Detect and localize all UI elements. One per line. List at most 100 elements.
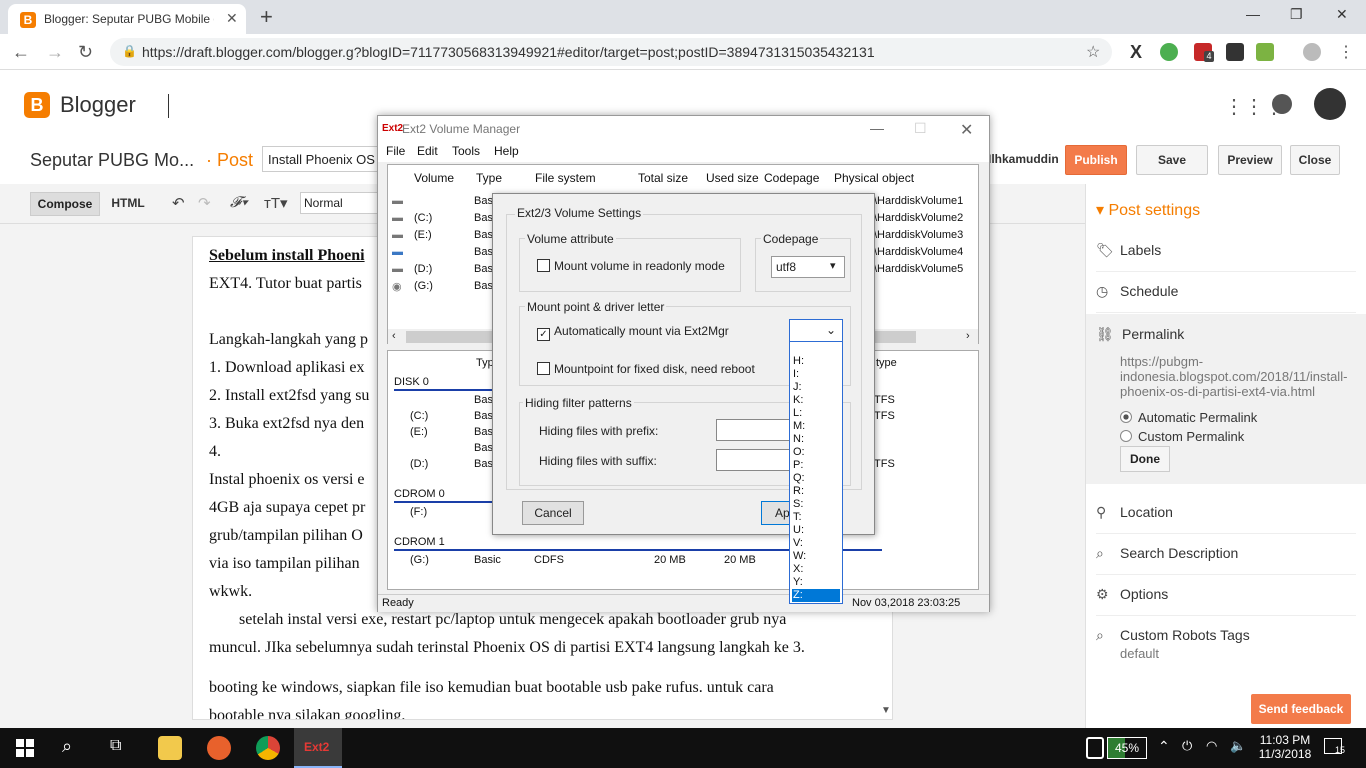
list-item-selected[interactable]: Z:: [792, 589, 840, 602]
file-explorer-icon[interactable]: [158, 736, 182, 760]
scroll-left-icon[interactable]: ‹: [392, 330, 396, 342]
list-item[interactable]: N:: [792, 433, 840, 446]
html-tab[interactable]: HTML: [102, 192, 154, 216]
format-select[interactable]: Normal: [300, 192, 380, 214]
list-item[interactable]: J:: [792, 381, 840, 394]
post-settings-header[interactable]: ▾ Post settings: [1096, 200, 1200, 220]
list-item[interactable]: V:: [792, 537, 840, 550]
drive-letter-select[interactable]: ⌄: [790, 320, 842, 342]
automatic-permalink-radio[interactable]: Automatic Permalink: [1120, 410, 1257, 425]
notifications-icon[interactable]: [1272, 94, 1292, 114]
list-item[interactable]: H:: [792, 355, 840, 368]
codepage-select[interactable]: utf8 ▾: [771, 256, 845, 278]
column-type[interactable]: Type: [476, 171, 502, 185]
firefox-icon[interactable]: [207, 736, 231, 760]
list-item[interactable]: L:: [792, 407, 840, 420]
save-button[interactable]: Save: [1136, 145, 1208, 175]
maximize-icon[interactable]: ☐: [914, 120, 927, 137]
address-bar[interactable]: 🔒 https://draft.blogger.com/blogger.g?bl…: [110, 38, 1112, 66]
done-button[interactable]: Done: [1120, 446, 1170, 472]
menu-file[interactable]: File: [386, 144, 405, 158]
mask-extension-icon[interactable]: [1226, 43, 1244, 61]
scroll-down-icon[interactable]: ▼: [881, 705, 891, 716]
sidebar-item-search-description[interactable]: ⌕ Search Description: [1096, 535, 1356, 575]
column-physical-object[interactable]: Physical object: [834, 171, 914, 185]
restore-icon[interactable]: ❐: [1290, 6, 1303, 23]
shield-extension-icon[interactable]: 4: [1194, 43, 1214, 62]
x-extension-icon[interactable]: X: [1130, 42, 1142, 63]
search-icon[interactable]: ⌕: [62, 736, 72, 757]
compose-tab[interactable]: Compose: [30, 192, 100, 216]
list-item[interactable]: W:: [792, 550, 840, 563]
new-tab-icon[interactable]: +: [260, 4, 273, 30]
publish-button[interactable]: Publish: [1065, 145, 1127, 175]
post-title-input[interactable]: Install Phoenix OS: [262, 146, 382, 172]
column-total-size[interactable]: Total size: [638, 171, 688, 185]
windows-start-icon[interactable]: [16, 739, 34, 757]
list-item[interactable]: P:: [792, 459, 840, 472]
readonly-checkbox[interactable]: Mount volume in readonly mode: [537, 259, 725, 273]
redo-icon[interactable]: ↷: [198, 194, 211, 212]
browser-tab[interactable]: B Blogger: Seputar PUBG Mobile d... ✕: [8, 4, 246, 34]
wifi-icon[interactable]: ◠: [1206, 738, 1217, 754]
blog-title[interactable]: Seputar PUBG Mo...: [30, 150, 194, 171]
ext2-title-bar[interactable]: Ext2 Ext2 Volume Manager — ☐ ✕: [378, 116, 989, 142]
reload-icon[interactable]: ↻: [78, 42, 93, 63]
column-volume[interactable]: Volume: [414, 171, 454, 185]
menu-help[interactable]: Help: [494, 144, 519, 158]
column-file-system[interactable]: File system: [535, 171, 596, 185]
undo-icon[interactable]: ↶: [172, 194, 185, 212]
sidebar-item-labels[interactable]: 🏷 Labels: [1096, 232, 1356, 272]
list-item[interactable]: T:: [792, 511, 840, 524]
font-size-icon[interactable]: тT▾: [264, 194, 288, 212]
column-used-size[interactable]: Used size: [706, 171, 759, 185]
send-feedback-button[interactable]: Send feedback: [1251, 694, 1351, 724]
drive-letter-dropdown[interactable]: ⌄ H: I: J: K: L: M: N: O: P: Q: R: S: T:…: [789, 319, 843, 604]
cdrom0-label[interactable]: CDROM 0: [394, 488, 445, 500]
list-item[interactable]: X:: [792, 563, 840, 576]
cdrom1-label[interactable]: CDROM 1: [394, 536, 445, 548]
list-item[interactable]: S:: [792, 498, 840, 511]
disk0-label[interactable]: DISK 0: [394, 376, 429, 388]
close-button[interactable]: Close: [1290, 145, 1340, 175]
list-item[interactable]: U:: [792, 524, 840, 537]
taskbar-ext2-button[interactable]: Ext2: [294, 728, 342, 768]
scroll-right-icon[interactable]: ›: [966, 330, 970, 342]
volume-icon[interactable]: 🔈: [1230, 738, 1246, 754]
avatar[interactable]: [1314, 88, 1346, 120]
globe-extension-icon[interactable]: [1160, 43, 1178, 61]
notification-center-icon[interactable]: 15: [1324, 738, 1345, 755]
list-item[interactable]: Q:: [792, 472, 840, 485]
list-item[interactable]: M:: [792, 420, 840, 433]
forward-icon[interactable]: →: [46, 42, 64, 63]
custom-permalink-radio[interactable]: Custom Permalink: [1120, 429, 1244, 444]
preview-button[interactable]: Preview: [1218, 145, 1282, 175]
close-window-icon[interactable]: ✕: [960, 120, 973, 140]
chrome-icon[interactable]: [256, 736, 280, 760]
sidebar-item-schedule[interactable]: ◷ Schedule: [1096, 273, 1356, 313]
auto-mount-checkbox[interactable]: ✓ Automatically mount via Ext2Mgr: [537, 324, 729, 341]
close-tab-icon[interactable]: ✕: [226, 10, 238, 27]
minimize-icon[interactable]: —: [870, 120, 884, 136]
cdrom0-volume[interactable]: (F:): [410, 506, 427, 518]
screenshot-extension-icon[interactable]: [1256, 43, 1274, 61]
sidebar-item-location[interactable]: ⚲ Location: [1096, 494, 1356, 534]
table-row[interactable]: (G:) Basic CDFS 20 MB 20 MB: [388, 554, 978, 570]
close-window-icon[interactable]: ✕: [1336, 6, 1348, 23]
power-icon[interactable]: ⏻: [1182, 738, 1192, 754]
list-item[interactable]: R:: [792, 485, 840, 498]
list-item[interactable]: O:: [792, 446, 840, 459]
permalink-label[interactable]: Permalink: [1122, 326, 1184, 342]
menu-edit[interactable]: Edit: [417, 144, 438, 158]
chevron-up-icon[interactable]: ⌃: [1158, 738, 1170, 755]
column-codepage[interactable]: Codepage: [764, 171, 819, 185]
list-item[interactable]: Y:: [792, 576, 840, 589]
cancel-button[interactable]: Cancel: [522, 501, 584, 525]
menu-kebab-icon[interactable]: ⋮: [1338, 42, 1354, 62]
sidebar-item-options[interactable]: ⚙ Options: [1096, 576, 1356, 616]
minimize-icon[interactable]: —: [1246, 6, 1260, 22]
bookmark-star-icon[interactable]: ☆: [1086, 42, 1100, 62]
task-view-icon[interactable]: ⧉: [110, 737, 121, 755]
list-item[interactable]: K:: [792, 394, 840, 407]
menu-tools[interactable]: Tools: [452, 144, 480, 158]
